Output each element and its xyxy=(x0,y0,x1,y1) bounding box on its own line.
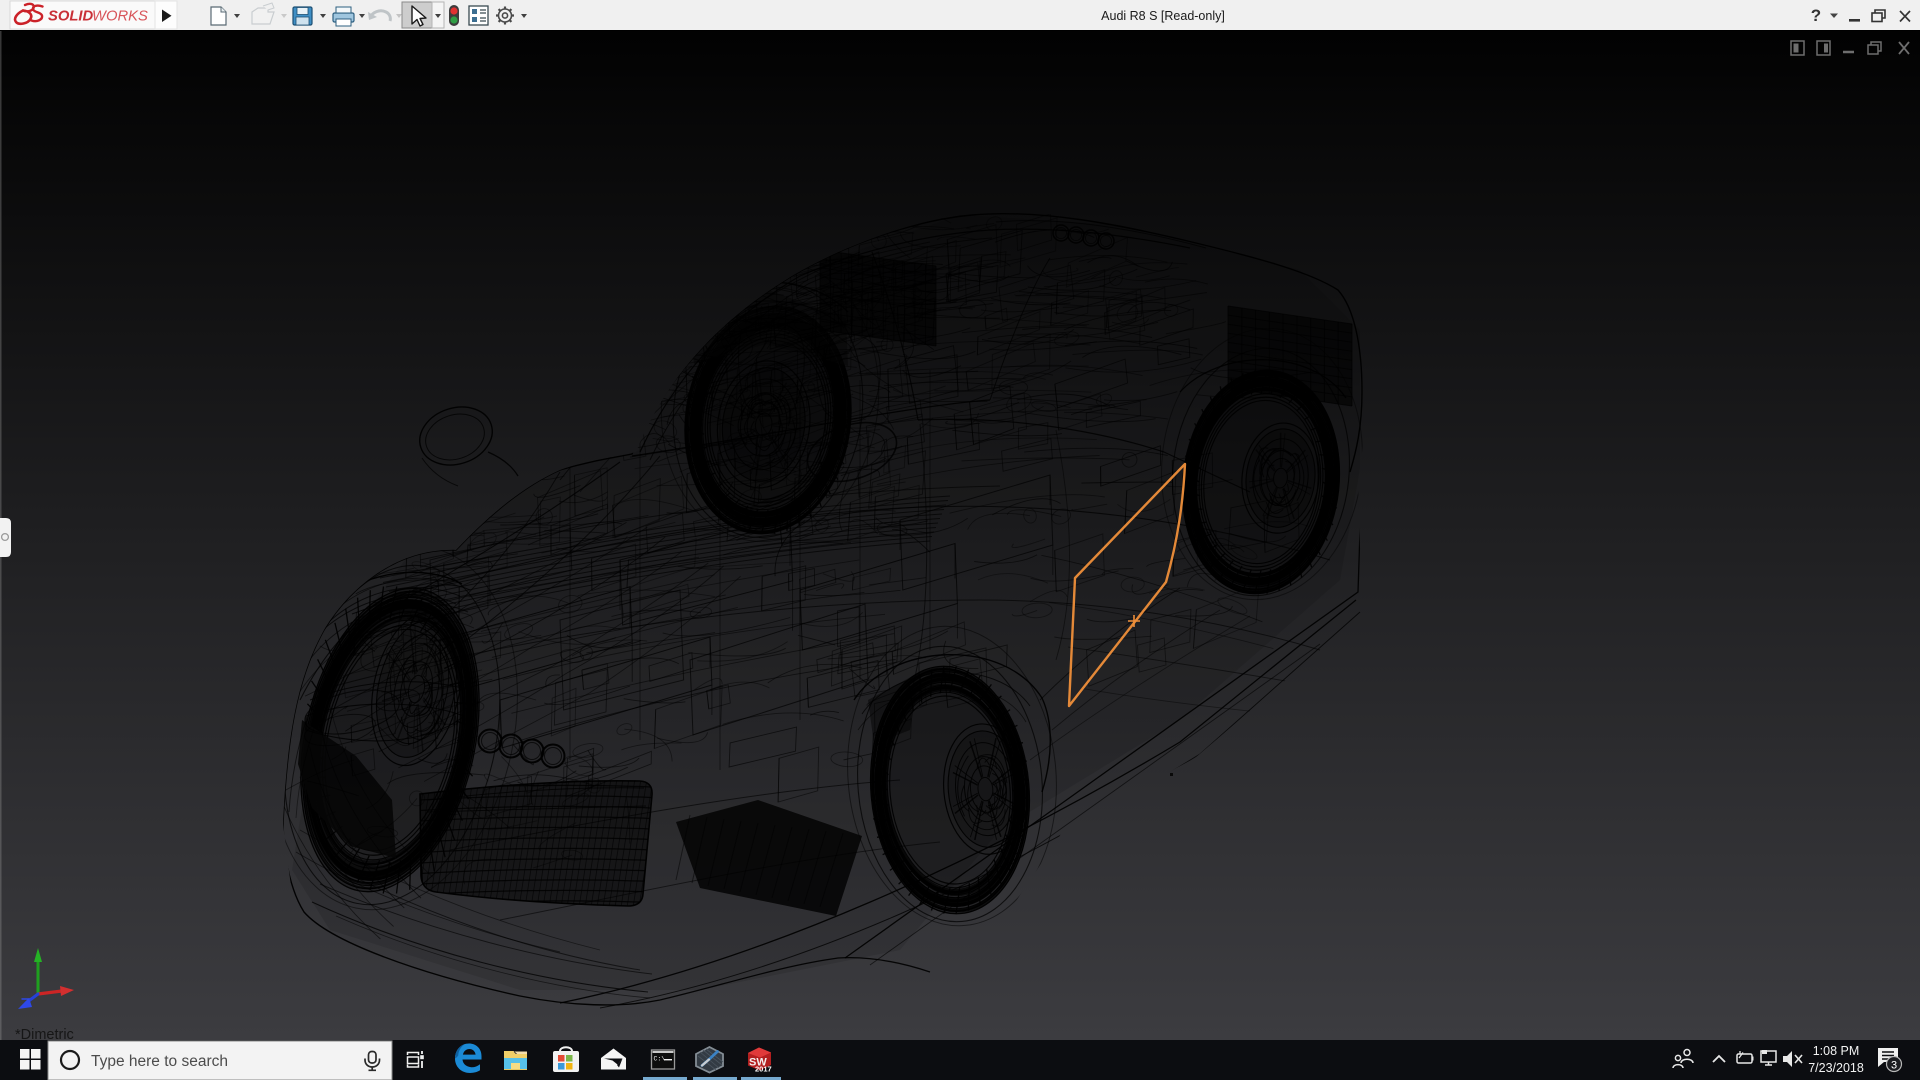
svg-text:C:\: C:\ xyxy=(654,1056,666,1063)
svg-text:*Dimetric: *Dimetric xyxy=(15,1027,74,1040)
svg-text:1:08 PM: 1:08 PM xyxy=(1813,1044,1860,1058)
svg-text:WORKS: WORKS xyxy=(92,9,148,25)
svg-text:SOLID: SOLID xyxy=(48,9,94,25)
svg-text:3: 3 xyxy=(1891,1060,1897,1072)
svg-text:Audi R8 S [Read-only]: Audi R8 S [Read-only] xyxy=(1101,9,1225,23)
svg-text:2017: 2017 xyxy=(755,1065,772,1074)
svg-text:?: ? xyxy=(1811,6,1821,25)
svg-text:Type here to search: Type here to search xyxy=(91,1053,228,1070)
svg-text:7/23/2018: 7/23/2018 xyxy=(1808,1061,1864,1075)
